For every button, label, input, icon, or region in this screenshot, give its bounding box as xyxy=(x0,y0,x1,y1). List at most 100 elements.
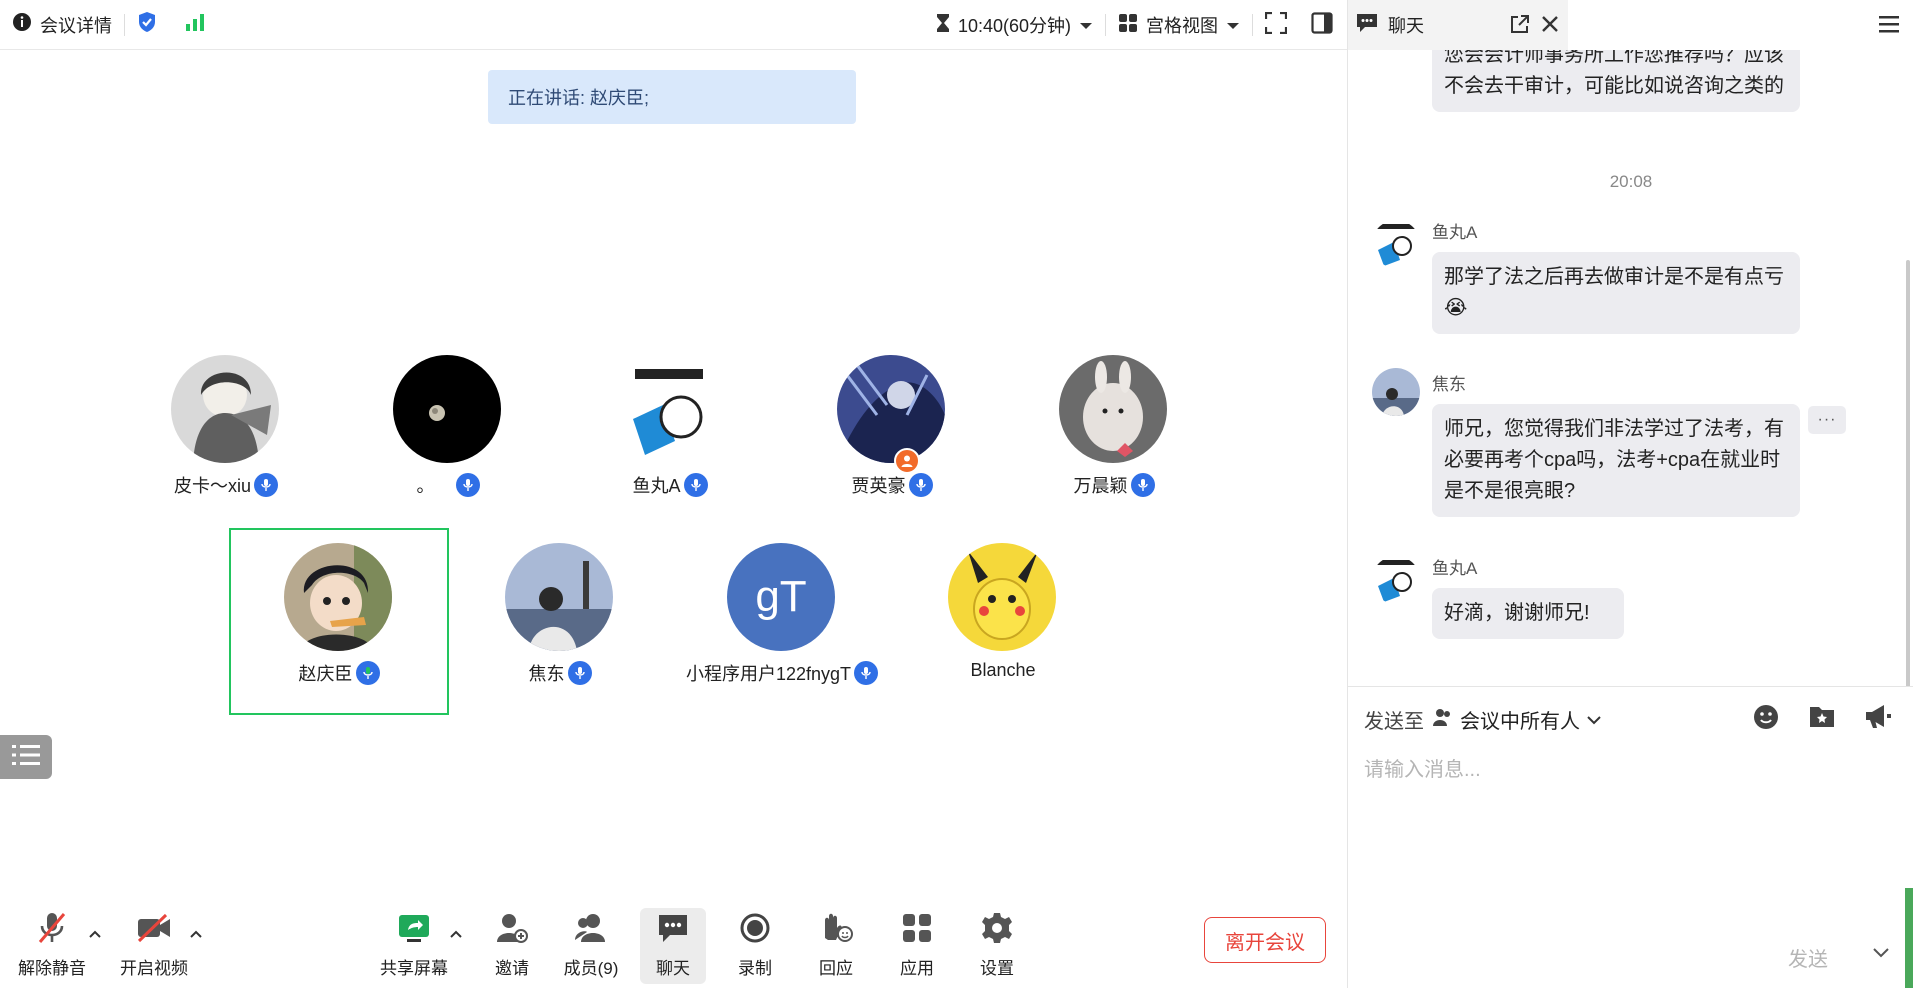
participant-name-row: 鱼丸A xyxy=(560,472,780,498)
members-button[interactable]: 成员(9) xyxy=(563,908,619,984)
composer-tools xyxy=(1752,703,1892,736)
avatar xyxy=(171,355,279,463)
record-button[interactable]: 录制 xyxy=(734,908,776,984)
settings-button[interactable]: 设置 xyxy=(977,908,1017,984)
avatar-initials: gT xyxy=(755,572,807,621)
participant-tile[interactable]: 焦东 xyxy=(450,543,670,728)
security-shield[interactable] xyxy=(125,0,217,50)
message-sender: 鱼丸A xyxy=(1432,559,1478,578)
users-icon xyxy=(573,908,609,948)
react-label: 回应 xyxy=(819,959,853,978)
chevron-up-icon[interactable] xyxy=(88,926,102,942)
react-button[interactable]: 回应 xyxy=(814,908,858,984)
chevron-down-icon[interactable] xyxy=(1872,945,1890,963)
chevron-up-icon[interactable] xyxy=(449,926,463,942)
apps-label: 应用 xyxy=(900,959,934,978)
pop-out-icon[interactable] xyxy=(1510,14,1530,39)
chat-panel: 聊天 您会会计师事务所工作您推荐吗？应该不会去干审计，可能比如说咨询之类的 20… xyxy=(1347,0,1913,988)
meeting-details-button[interactable]: 会议详情 xyxy=(0,0,124,50)
microphone-speaking-icon xyxy=(355,661,380,685)
chevron-up-icon[interactable] xyxy=(189,926,203,942)
participant-name-row: 皮卡～xiu xyxy=(116,472,336,498)
side-panel-toggle[interactable] xyxy=(1299,0,1347,50)
chat-tab-actions xyxy=(1510,14,1560,39)
microphone-icon xyxy=(683,473,708,497)
folder-icon[interactable] xyxy=(1808,703,1836,736)
avatar xyxy=(1372,368,1420,416)
camera-off-icon xyxy=(136,908,172,948)
avatar xyxy=(284,543,392,651)
chat-bubble: 那学了法之后再去做审计是不是有点亏😭 xyxy=(1432,252,1800,334)
send-to-target-label: 会议中所有人 xyxy=(1460,711,1580,733)
message-more-button[interactable]: ··· xyxy=(1808,406,1846,434)
participant-tile[interactable]: 贾英豪 xyxy=(782,355,1002,540)
chat-message-list[interactable]: 您会会计师事务所工作您推荐吗？应该不会去干审计，可能比如说咨询之类的 20:08… xyxy=(1348,50,1913,686)
chat-icon xyxy=(656,908,690,948)
avatar xyxy=(837,355,945,463)
participant-name-row: 焦东 xyxy=(450,660,670,686)
grid-icon xyxy=(1118,13,1138,38)
megaphone-icon[interactable] xyxy=(1864,703,1892,736)
unmute-button[interactable]: 解除静音 xyxy=(14,908,90,984)
view-mode-label: 宫格视图 xyxy=(1146,16,1218,36)
participant-name: 万晨颖 xyxy=(1073,476,1128,496)
start-video-label: 开启视频 xyxy=(120,959,188,978)
participant-tile[interactable]: Blanche xyxy=(893,543,1113,728)
chat-label: 聊天 xyxy=(656,959,690,978)
shield-icon xyxy=(137,11,157,38)
participant-name: 小程序用户122fnygT xyxy=(685,664,852,684)
microphone-muted-icon xyxy=(36,908,68,948)
participant-name-row: 。 xyxy=(338,472,558,498)
participant-tile[interactable]: 。 xyxy=(338,355,558,540)
participant-name: 贾英豪 xyxy=(851,476,906,496)
timer-label: 10:40(60分钟) xyxy=(957,16,1071,36)
participant-list-toggle[interactable] xyxy=(0,735,52,779)
message-sender: 鱼丸A xyxy=(1432,223,1478,242)
fullscreen-button[interactable] xyxy=(1253,0,1299,50)
close-icon[interactable] xyxy=(1540,14,1560,39)
avatar: gT xyxy=(727,543,835,651)
unmute-label: 解除静音 xyxy=(18,959,86,978)
apps-button[interactable]: 应用 xyxy=(897,908,937,984)
chat-button[interactable]: 聊天 xyxy=(640,908,706,984)
participant-tile[interactable]: 鱼丸A xyxy=(560,355,780,540)
invite-button[interactable]: 邀请 xyxy=(490,908,534,984)
invite-label: 邀请 xyxy=(495,959,529,978)
chat-icon xyxy=(1356,13,1378,38)
microphone-icon xyxy=(455,473,480,497)
avatar xyxy=(1372,556,1420,604)
send-to-selector[interactable]: 发送至 会议中所有人 xyxy=(1364,705,1602,734)
leave-meeting-button[interactable]: 离开会议 xyxy=(1204,917,1326,963)
participant-tile-active[interactable]: 赵庆臣 xyxy=(229,543,449,728)
share-screen-button[interactable]: 共享屏幕 xyxy=(378,908,450,984)
microphone-icon xyxy=(567,661,592,685)
participant-tile[interactable]: 皮卡～xiu xyxy=(116,355,336,540)
tab-chat[interactable]: 聊天 xyxy=(1348,0,1568,50)
participant-tile[interactable]: 万晨颖 xyxy=(1004,355,1224,540)
start-video-button[interactable]: 开启视频 xyxy=(116,908,192,984)
hourglass-icon xyxy=(936,13,950,38)
speaking-banner: 正在讲话: 赵庆臣; xyxy=(488,70,856,124)
meeting-details-label: 会议详情 xyxy=(40,15,112,36)
avatar xyxy=(615,355,723,463)
chat-bubble: 好滴，谢谢师兄! xyxy=(1432,588,1624,639)
microphone-icon xyxy=(908,473,933,497)
message-input[interactable]: 请输入消息... xyxy=(1364,753,1481,782)
meeting-timer[interactable]: 10:40(60分钟) xyxy=(924,0,1105,50)
send-button[interactable]: 发送 xyxy=(1788,943,1828,972)
participant-name-row: 贾英豪 xyxy=(782,472,1002,498)
share-screen-label: 共享屏幕 xyxy=(380,959,448,978)
chat-bubble: 师兄，您觉得我们非法学过了法考，有必要再考个cpa吗，法考+cpa在就业时是不是… xyxy=(1432,404,1800,517)
record-label: 录制 xyxy=(738,959,772,978)
panel-icon xyxy=(1311,11,1333,39)
participant-name: Blanche xyxy=(970,660,1036,680)
participant-name: 皮卡～xiu xyxy=(173,476,251,496)
time-separator: 20:08 xyxy=(1609,172,1653,191)
microphone-icon xyxy=(1130,473,1155,497)
participant-name-row: 万晨颖 xyxy=(1004,472,1224,498)
participant-tile[interactable]: gT 小程序用户122fnygT xyxy=(672,543,892,728)
view-mode-dropdown[interactable]: 宫格视图 xyxy=(1106,0,1252,50)
emoji-icon[interactable] xyxy=(1752,703,1780,736)
chat-scrollbar[interactable] xyxy=(1906,260,1910,686)
menu-icon[interactable] xyxy=(1878,14,1900,39)
